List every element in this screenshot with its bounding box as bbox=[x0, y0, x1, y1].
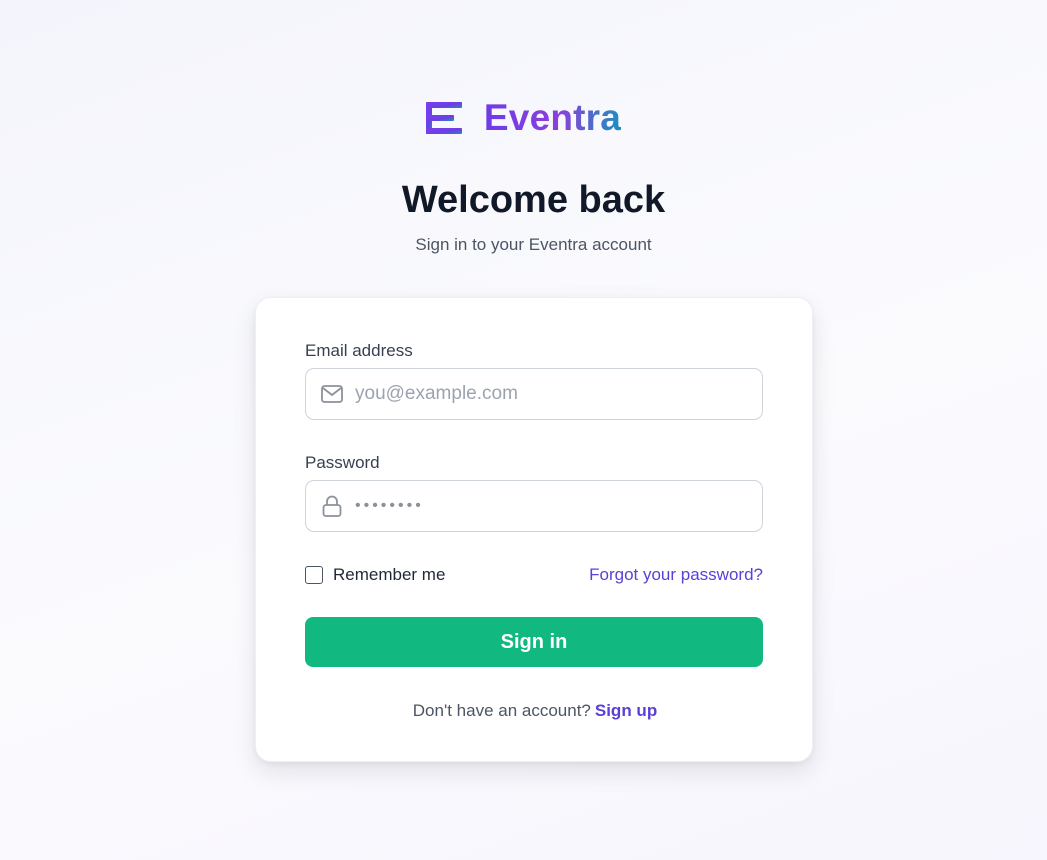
signup-prompt-text: Don't have an account? bbox=[412, 701, 591, 720]
email-label: Email address bbox=[305, 341, 413, 360]
forgot-password-link[interactable]: Forgot your password? bbox=[589, 564, 763, 586]
password-label: Password bbox=[305, 453, 380, 472]
remember-me-label: Remember me bbox=[333, 565, 446, 584]
email-input[interactable] bbox=[355, 374, 750, 414]
mail-icon bbox=[319, 381, 345, 407]
lock-icon bbox=[319, 493, 345, 519]
password-field[interactable]: •••••••• bbox=[305, 480, 763, 532]
page-title: Welcome back bbox=[401, 179, 666, 221]
remember-me[interactable]: Remember me bbox=[305, 564, 445, 586]
password-input[interactable]: •••••••• bbox=[355, 497, 762, 515]
signup-prompt-row: Don't have an account? Sign up bbox=[256, 700, 814, 722]
remember-me-checkbox[interactable] bbox=[305, 566, 323, 584]
sign-up-link[interactable]: Sign up bbox=[595, 701, 657, 720]
sign-in-button[interactable]: Sign in bbox=[305, 617, 763, 667]
brand-name: Eventra bbox=[483, 97, 622, 138]
email-field[interactable] bbox=[305, 368, 763, 420]
brand-header: Eventra bbox=[0, 98, 1047, 138]
eventra-logo-icon bbox=[425, 102, 462, 134]
sign-in-card: Email address Password •••••••• Remember… bbox=[255, 297, 813, 762]
page-subtitle: Sign in to your Eventra account bbox=[415, 235, 652, 254]
